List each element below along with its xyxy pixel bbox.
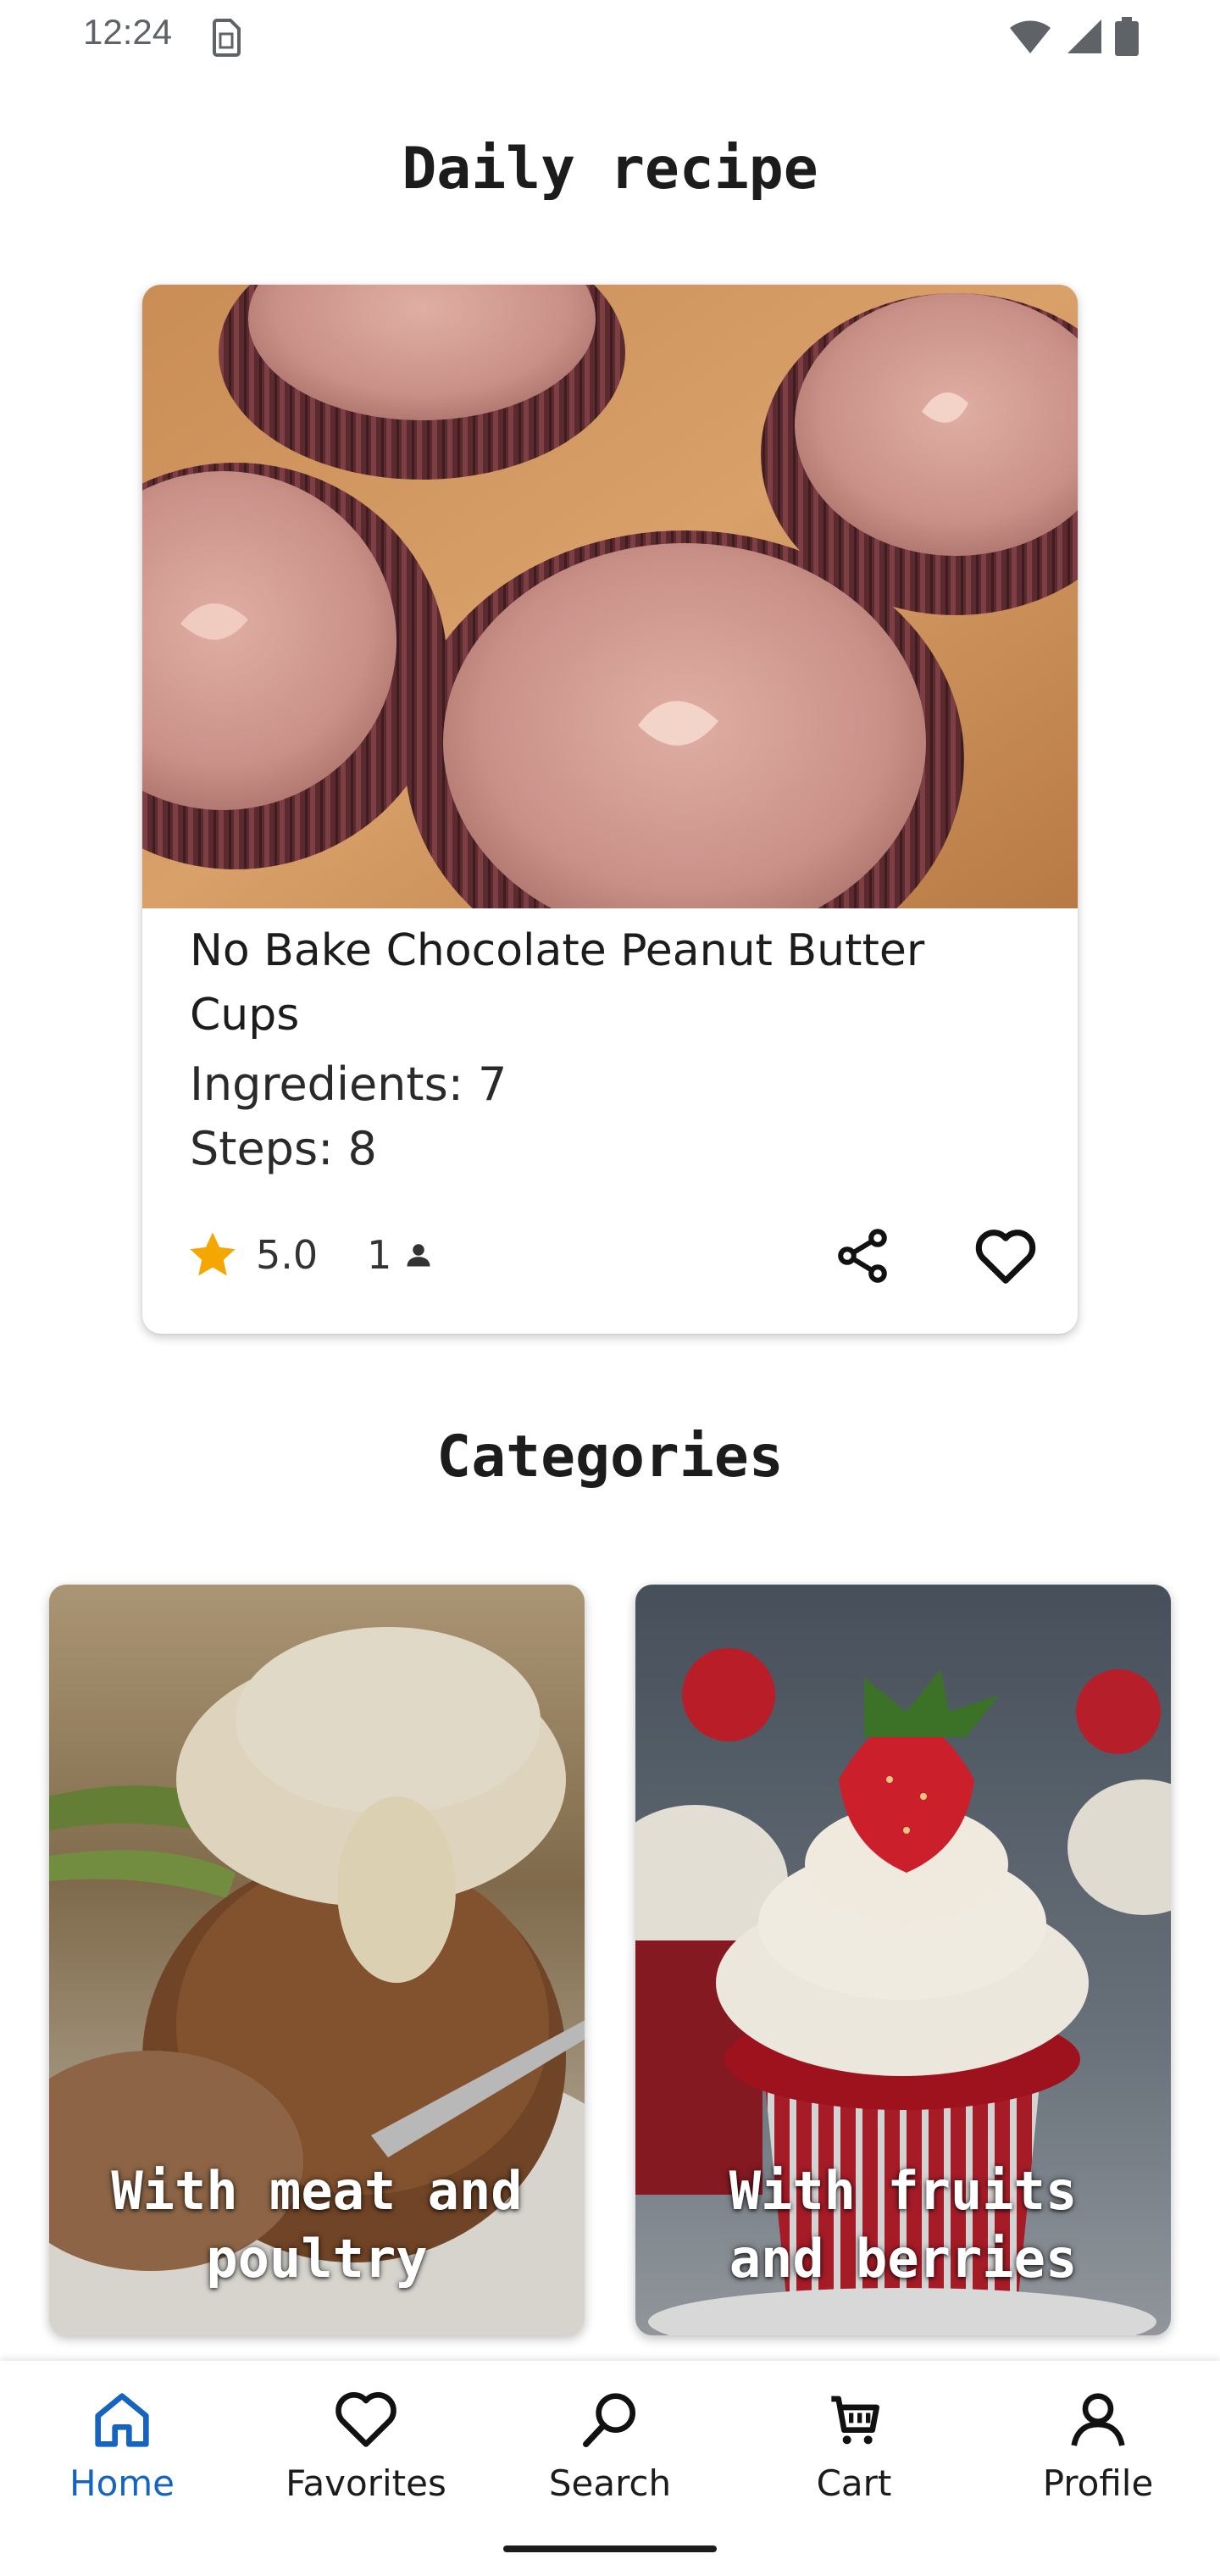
category-label-fruits: With fruits and berries: [729, 2160, 1078, 2290]
status-time: 12:24: [83, 12, 173, 52]
home-icon: [95, 2393, 149, 2447]
ingredients-count: Ingredients: 7: [190, 1058, 507, 1111]
category-card-meat[interactable]: With meat and poultry: [49, 1585, 585, 2335]
home-indicator[interactable]: [503, 2545, 717, 2552]
cart-icon: [831, 2396, 879, 2445]
nav-favorites-label: Favorites: [286, 2462, 446, 2504]
rating-row: 5.0 1: [185, 1225, 434, 1285]
status-bar: 12:24: [0, 0, 1220, 76]
steps-count: Steps: 8: [190, 1122, 377, 1175]
recipe-name: No Bake Chocolate Peanut Butter Cups: [190, 925, 925, 1041]
person-small-icon: [407, 1244, 430, 1267]
daily-recipe-title: Daily recipe: [402, 136, 818, 203]
share-button[interactable]: [829, 1222, 896, 1290]
daily-recipe-card[interactable]: No Bake Chocolate Peanut Butter Cups Ing…: [142, 285, 1078, 1334]
status-icons: [1008, 15, 1139, 58]
star-icon: [190, 1232, 236, 1276]
recipe-meta: Ingredients: 7 Steps: 8: [190, 1052, 507, 1181]
nav-home[interactable]: Home: [0, 2386, 244, 2530]
category-card-fruits[interactable]: With fruits and berries: [635, 1585, 1171, 2335]
search-icon: [583, 2393, 635, 2447]
nav-favorites[interactable]: Favorites: [244, 2386, 488, 2530]
signal-icon: [1068, 19, 1101, 53]
heart-icon: [975, 1230, 1036, 1284]
recipe-image: [142, 285, 1078, 908]
nav-home-label: Home: [69, 2462, 175, 2504]
nav-cart-label: Cart: [816, 2462, 892, 2504]
nav-profile-label: Profile: [1042, 2462, 1154, 2504]
nav-search-label: Search: [548, 2462, 672, 2504]
nav-profile[interactable]: Profile: [976, 2386, 1220, 2530]
sim-icon: [213, 19, 241, 57]
heart-icon: [336, 2392, 396, 2447]
wifi-icon: [1010, 20, 1051, 54]
share-icon: [838, 1229, 887, 1283]
nav-search[interactable]: Search: [488, 2386, 732, 2530]
battery-icon: [1115, 17, 1139, 56]
category-label-meat: With meat and poultry: [111, 2160, 523, 2290]
bottom-navigation: Home Favorites Search Cart Profile: [0, 2361, 1220, 2576]
rating-value: 5.0: [256, 1232, 319, 1278]
favorite-button[interactable]: [969, 1222, 1042, 1290]
nav-cart[interactable]: Cart: [732, 2386, 976, 2530]
categories-title: Categories: [436, 1424, 784, 1491]
person-icon: [1071, 2393, 1125, 2446]
reviews-count: 1: [367, 1232, 392, 1278]
